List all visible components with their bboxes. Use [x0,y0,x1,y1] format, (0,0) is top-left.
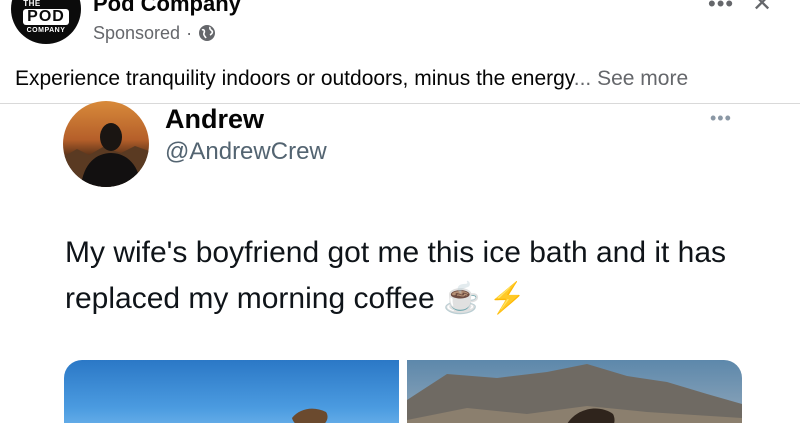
facebook-feed-post: THE POD COMPANY Pod Company Sponsored · … [0,0,800,423]
tweet-avatar[interactable] [63,101,149,187]
close-icon[interactable]: ✕ [752,0,772,16]
logo-text-pod: POD [23,9,69,25]
logo-text-the: THE [23,0,41,8]
tweet-image-right[interactable] [407,360,742,423]
advertiser-name[interactable]: Pod Company [93,0,241,17]
ad-body-text: Experience tranquility indoors or outdoo… [15,66,688,92]
separator-dot: · [186,23,193,43]
sponsored-label[interactable]: Sponsored [93,22,180,44]
tweet-more-icon[interactable]: ••• [710,108,732,128]
tweet-image-left[interactable] [64,360,399,423]
ad-post-header: THE POD COMPANY Pod Company Sponsored · … [0,0,800,104]
tweet-author-handle[interactable]: @AndrewCrew [165,137,327,167]
more-options-icon[interactable]: ••• [708,0,734,15]
ad-caption: Experience tranquility indoors or outdoo… [15,67,574,90]
logo-text-company: COMPANY [26,27,66,34]
truncation-ellipsis: ... [573,67,592,90]
globe-icon [198,24,216,42]
see-more-link[interactable]: See more [597,67,688,90]
tweet-text: My wife's boyfriend got me this ice bath… [65,236,727,315]
tweet-author-name[interactable]: Andrew [165,103,264,135]
advertiser-logo[interactable]: THE POD COMPANY [11,0,81,44]
sponsored-row: Sponsored · [93,22,216,44]
